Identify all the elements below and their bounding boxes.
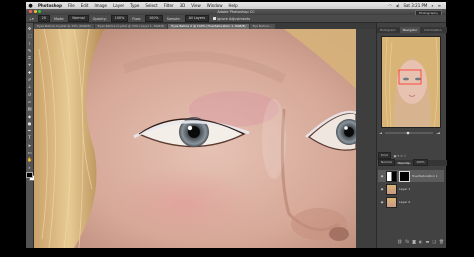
layer-row[interactable]: ◉ Hue/Saturation 1: [378, 170, 444, 182]
tab-information[interactable]: Information: [421, 27, 444, 33]
minimize-window-button[interactable]: [33, 10, 37, 13]
move-tool-icon[interactable]: ✥: [27, 26, 32, 31]
layer-name[interactable]: Layer 1: [399, 187, 410, 191]
menu-edit[interactable]: Edit: [78, 3, 92, 8]
layer-opacity-input[interactable]: 100%: [413, 159, 428, 166]
mask-icon[interactable]: ◙: [412, 239, 416, 244]
zoom-tool-icon[interactable]: ⌕: [27, 165, 32, 170]
portrait-image: [34, 29, 356, 248]
brush-tool-icon[interactable]: ✐: [27, 77, 32, 82]
healing-brush-tool-icon[interactable]: ✚: [27, 70, 32, 75]
layer-mask-thumbnail[interactable]: [399, 170, 410, 182]
blend-mode-select[interactable]: Normal: [378, 159, 395, 166]
app-title: Adobe Photoshop CC: [217, 10, 255, 14]
layer-name[interactable]: Layer 0: [399, 200, 410, 204]
pen-tool-icon[interactable]: ✒: [27, 128, 32, 133]
menu-file[interactable]: File: [65, 3, 78, 8]
sample-label: Sample:: [166, 16, 181, 21]
layer-row[interactable]: ◉ Layer 1: [378, 183, 444, 195]
marquee-tool-icon[interactable]: ⬚: [27, 33, 32, 38]
eraser-tool-icon[interactable]: ▱: [27, 99, 32, 104]
zoom-window-button[interactable]: [38, 10, 41, 13]
eyedropper-tool-icon[interactable]: ⌖: [27, 62, 32, 67]
history-brush-tool-icon[interactable]: ↺: [27, 92, 32, 97]
navigator-thumbnail[interactable]: [381, 36, 441, 128]
opacity-label: Opacity:: [92, 16, 107, 21]
adjustment-icon[interactable]: ◐: [419, 239, 423, 244]
clock[interactable]: Sat 3:21 PM: [401, 3, 429, 8]
foreground-color[interactable]: [26, 171, 33, 179]
layers-options: Kind ▣ T ▭ ⎕ Normal Opacity: 100%: [378, 152, 444, 167]
volume-icon[interactable]: ◂): [394, 3, 402, 8]
ignore-adjustments-toggle[interactable]: Ignore Adjustments: [213, 16, 250, 21]
menu-filter[interactable]: Filter: [161, 3, 177, 8]
visibility-eye-icon[interactable]: ◉: [380, 200, 384, 204]
path-select-tool-icon[interactable]: ➤: [27, 143, 32, 148]
menu-layer[interactable]: Layer: [110, 3, 127, 8]
filter-icons[interactable]: ▣ T ▭ ⎕: [394, 154, 406, 158]
tab-histogram[interactable]: Histogram: [377, 27, 399, 33]
menu-3d[interactable]: 3D: [177, 3, 189, 8]
navigator-zoom-slider[interactable]: [378, 131, 442, 135]
clone-stamp-preset-icon[interactable]: ⊥▾: [29, 17, 34, 21]
color-swatches[interactable]: [26, 171, 35, 182]
visibility-eye-icon[interactable]: ◉: [380, 174, 384, 178]
dodge-tool-icon[interactable]: ●: [27, 121, 32, 126]
lasso-tool-icon[interactable]: ⌇: [27, 41, 32, 46]
layer-opacity-label: Opacity:: [397, 160, 411, 165]
tools-panel: ✥ ⬚ ⌇ ✎ ⌗ ⌖ ✚ ✐ ⊥ ↺ ▱ ▤ ◆ ● ✒ T ➤ ▭ ✋ ⌕: [26, 23, 35, 248]
hand-tool-icon[interactable]: ✋: [27, 157, 32, 162]
fx-icon[interactable]: fx: [405, 239, 409, 244]
gradient-tool-icon[interactable]: ▤: [27, 106, 32, 111]
blur-tool-icon[interactable]: ◆: [27, 114, 32, 119]
folder-icon[interactable]: ▬: [426, 239, 430, 244]
apple-icon[interactable]: ●: [26, 3, 35, 9]
navigator-preview-image: [382, 37, 440, 127]
status-area: ◠ ◂) Sat 3:21 PM ⌕ ≡: [386, 3, 446, 8]
layer-row[interactable]: ◉ Layer 0: [378, 196, 444, 208]
close-window-button[interactable]: [29, 10, 32, 13]
navigator-panel-tabs: Histogram Navigator Information: [377, 27, 447, 33]
options-bar: ⊥▾ 20 Mode: Normal Opacity: 100% Flow: 1…: [26, 15, 446, 23]
mode-label: Mode:: [53, 16, 65, 21]
list-icon[interactable]: ≡: [436, 3, 443, 8]
menu-bar: ● Photoshop File Edit Image Layer Type S…: [26, 2, 446, 9]
canvas-pasteboard: [356, 29, 376, 248]
adjustment-thumbnail: [386, 170, 397, 182]
menu-photoshop[interactable]: Photoshop: [35, 3, 65, 8]
layer-kind-filter[interactable]: Kind: [378, 152, 391, 159]
menu-help[interactable]: Help: [226, 3, 241, 8]
opacity-input[interactable]: 100%: [110, 15, 129, 22]
sample-select[interactable]: All Layers: [184, 15, 210, 22]
tab-navigator[interactable]: Navigator: [399, 27, 421, 33]
menu-select[interactable]: Select: [142, 3, 160, 8]
menu-type[interactable]: Type: [127, 3, 142, 8]
visibility-eye-icon[interactable]: ◉: [380, 187, 384, 191]
quick-select-tool-icon[interactable]: ✎: [27, 48, 32, 53]
type-tool-icon[interactable]: T: [27, 135, 32, 140]
brush-size-picker[interactable]: 20: [37, 15, 50, 22]
layer-thumbnail: [386, 183, 397, 195]
document-canvas[interactable]: [34, 29, 356, 248]
menu-image[interactable]: Image: [91, 3, 110, 8]
crop-tool-icon[interactable]: ⌗: [27, 55, 32, 60]
mode-select[interactable]: Normal: [68, 15, 89, 22]
flow-input[interactable]: 100%: [145, 15, 163, 22]
shape-tool-icon[interactable]: ▭: [27, 150, 32, 155]
trash-icon[interactable]: 🗑: [439, 239, 444, 244]
menu-window[interactable]: Window: [204, 3, 226, 8]
wifi-icon[interactable]: ◠: [386, 3, 394, 8]
new-layer-icon[interactable]: ❏: [432, 239, 436, 244]
menu-view[interactable]: View: [188, 3, 204, 8]
layers-footer: ⛓ fx ◙ ◐ ▬ ❏ 🗑: [397, 238, 444, 244]
flow-label: Flow:: [132, 16, 141, 21]
window-controls: [29, 10, 41, 13]
clone-stamp-tool-icon[interactable]: ⊥: [27, 84, 32, 89]
link-icon[interactable]: ⛓: [397, 239, 402, 244]
layer-name[interactable]: Hue/Saturation 1: [412, 174, 438, 178]
layer-thumbnail: [386, 196, 397, 208]
